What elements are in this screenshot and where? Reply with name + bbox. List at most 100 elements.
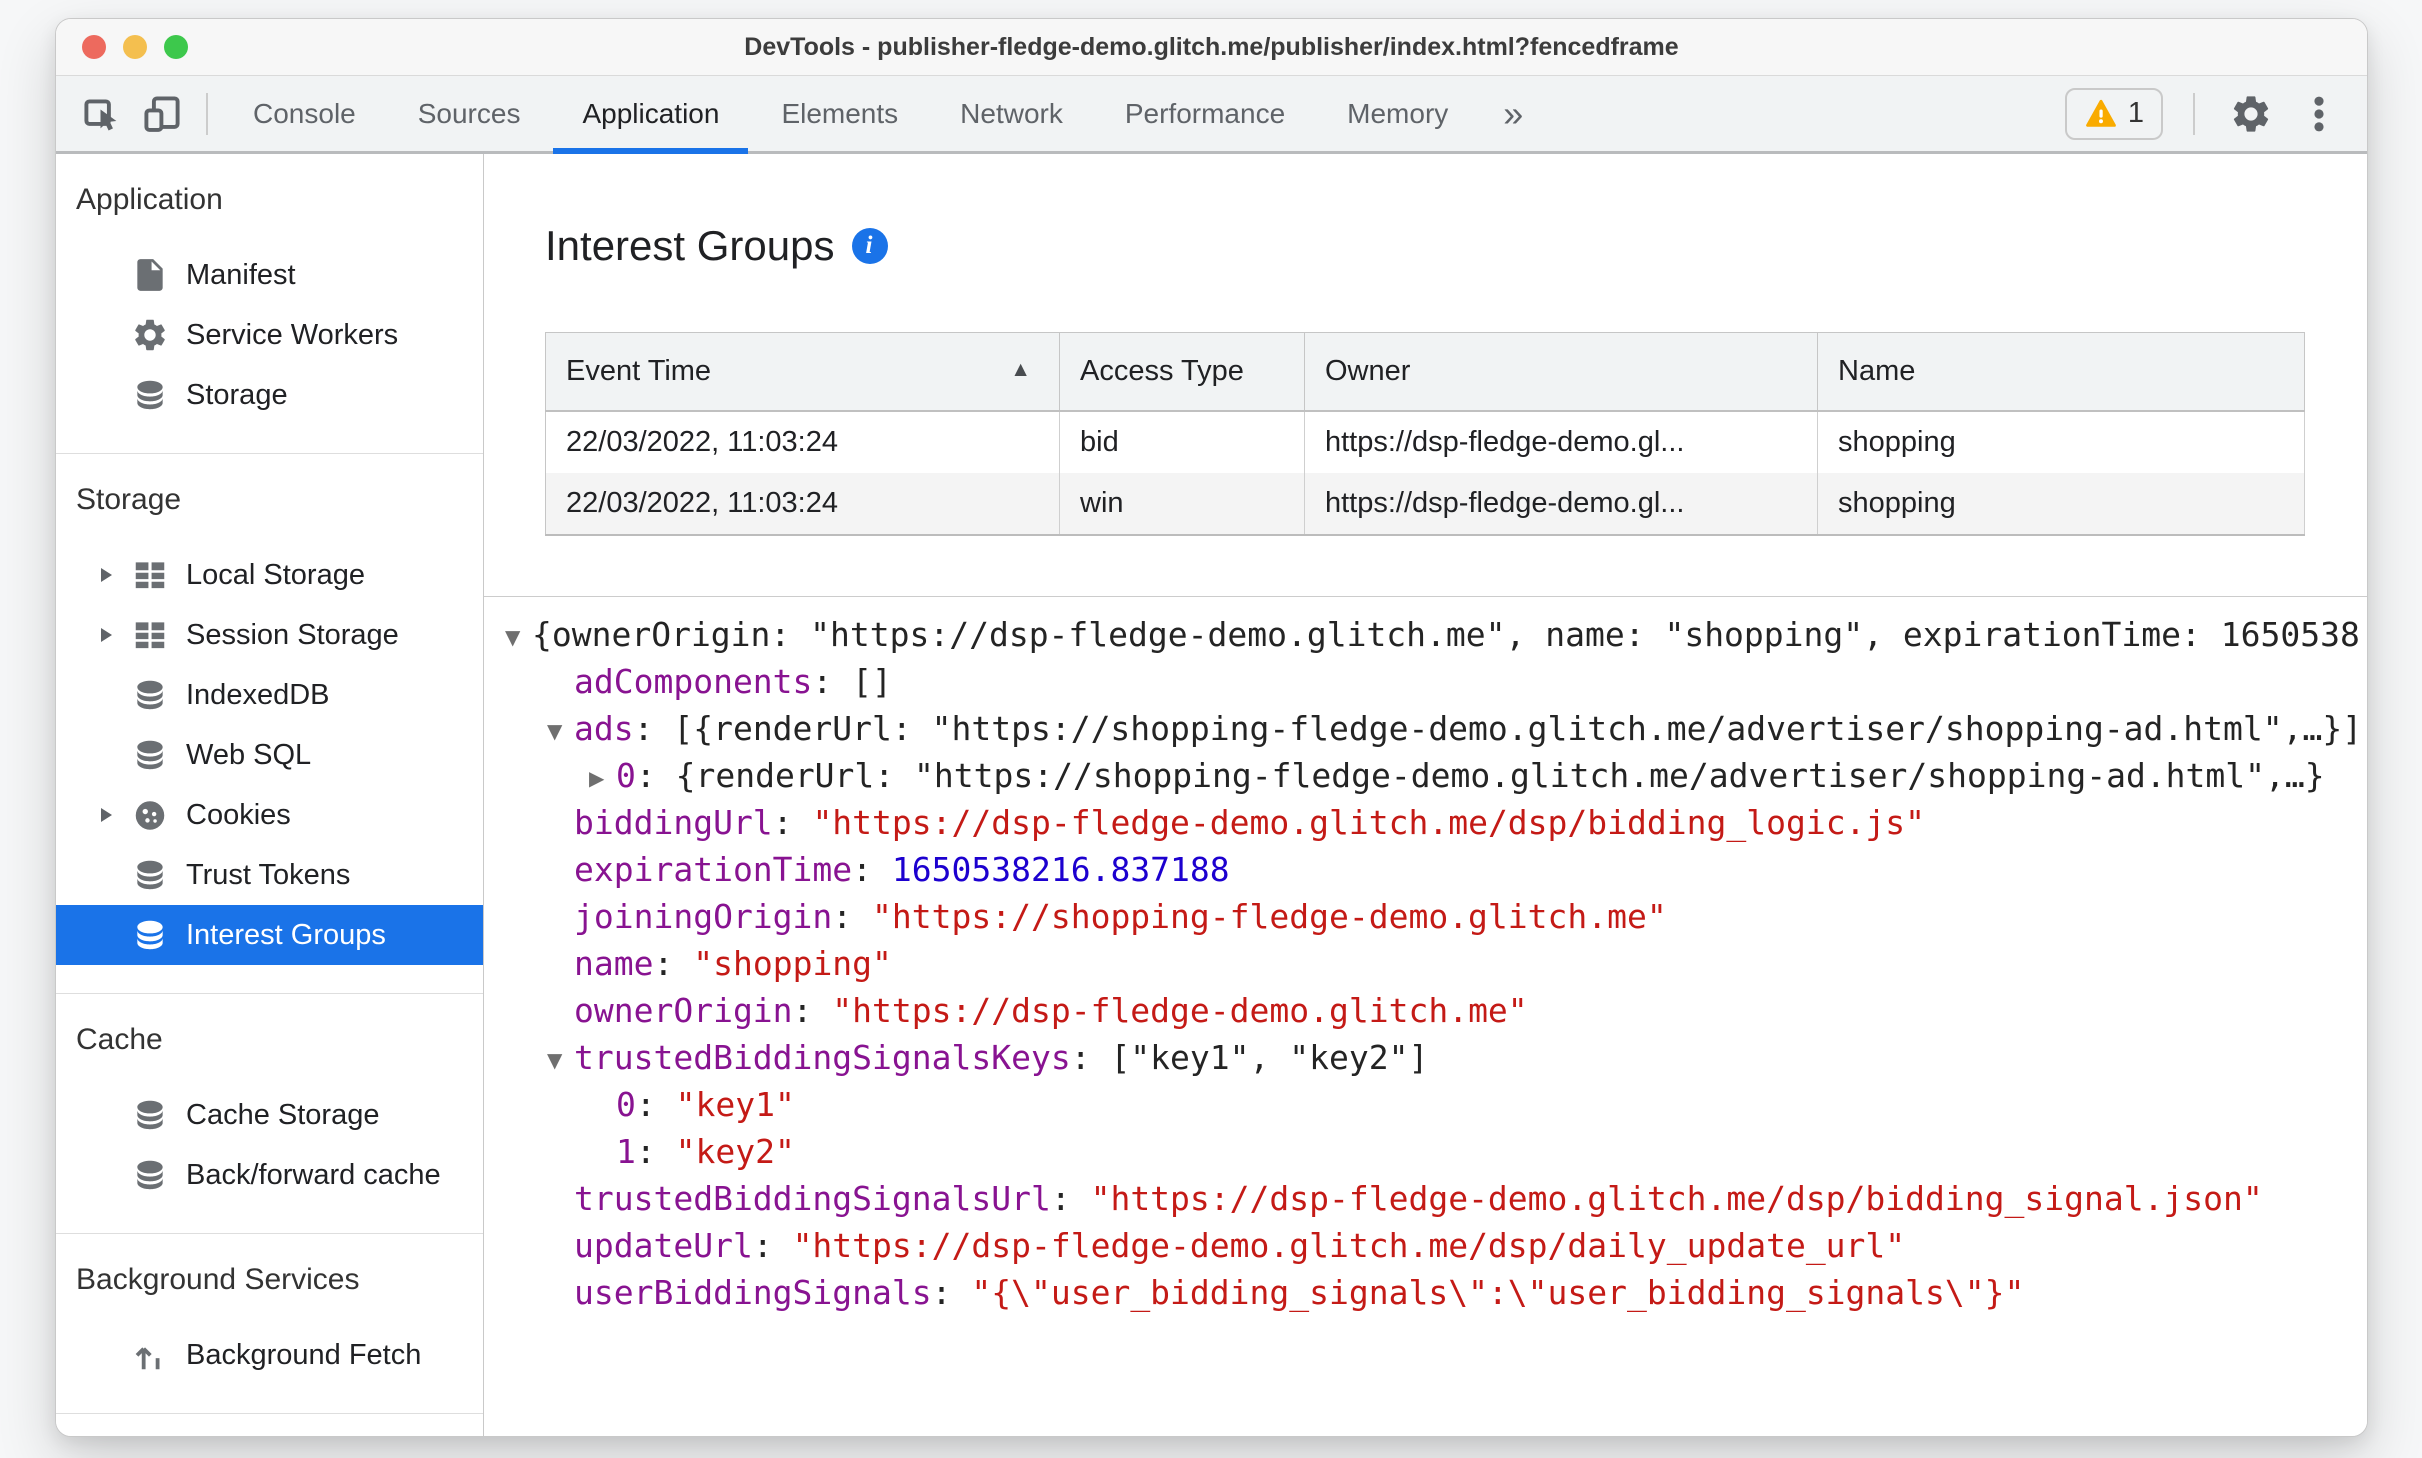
- column-header-access-type[interactable]: Access Type: [1059, 332, 1305, 412]
- table-cell: shopping: [1817, 472, 2305, 535]
- json-key: updateUrl: [574, 1225, 753, 1265]
- tab-sources[interactable]: Sources: [387, 76, 552, 151]
- sidebar-item-background-fetch[interactable]: Background Fetch: [56, 1325, 483, 1385]
- database-icon: [131, 1156, 169, 1194]
- toolbar-separator: [206, 92, 208, 135]
- json-string: "https://dsp-fledge-demo.glitch.me/dsp/d…: [792, 1225, 1906, 1265]
- tree-line[interactable]: ▼ trustedBiddingSignalsKeys: ["key1", "ke…: [505, 1034, 2367, 1081]
- tab-elements[interactable]: Elements: [750, 76, 929, 151]
- tree-line[interactable]: updateUrl: "https://dsp-fledge-demo.glit…: [505, 1222, 2367, 1269]
- json-key: adComponents: [574, 661, 813, 701]
- json-string: "key2": [675, 1131, 795, 1171]
- tree-line[interactable]: adComponents: []: [505, 658, 2367, 705]
- collapse-arrow-icon[interactable]: ▼: [547, 1037, 574, 1084]
- database-icon: [131, 856, 169, 894]
- sidebar-item-interest-groups[interactable]: Interest Groups: [56, 905, 483, 965]
- expand-arrow-icon[interactable]: [101, 808, 131, 822]
- sidebar-item-label: Cache Storage: [186, 1098, 380, 1131]
- tree-line[interactable]: biddingUrl: "https://dsp-fledge-demo.gli…: [505, 799, 2367, 846]
- sidebar-item-back-forward-cache[interactable]: Back/forward cache: [56, 1145, 483, 1205]
- json-key: userBiddingSignals: [574, 1272, 932, 1312]
- tree-line[interactable]: expirationTime: 1650538216.837188: [505, 846, 2367, 893]
- toolbar-right-cluster: 1: [2064, 76, 2345, 151]
- sidebar: Application Manifest Service Workers Storag…: [56, 154, 484, 1436]
- three-dot-menu-icon[interactable]: [2293, 88, 2345, 140]
- sidebar-item-session-storage[interactable]: Session Storage: [56, 605, 483, 665]
- json-string: "https://dsp-fledge-demo.glitch.me/dsp/b…: [1090, 1178, 2263, 1218]
- warnings-button[interactable]: 1: [2064, 87, 2163, 140]
- collapse-arrow-icon[interactable]: ▼: [505, 614, 532, 661]
- minimize-button[interactable]: [123, 35, 147, 59]
- json-plain: :: [832, 896, 873, 936]
- expand-arrow-icon[interactable]: [101, 568, 131, 582]
- tree-line[interactable]: trustedBiddingSignalsUrl: "https://dsp-f…: [505, 1175, 2367, 1222]
- column-label: Access Type: [1080, 354, 1244, 387]
- tree-line[interactable]: userBiddingSignals: "{\"user_bidding_sig…: [505, 1269, 2367, 1316]
- collapse-arrow-icon[interactable]: ▼: [547, 708, 574, 755]
- tree-line[interactable]: 1: "key2": [505, 1128, 2367, 1175]
- column-label: Event Time: [566, 354, 712, 387]
- sidebar-item-local-storage[interactable]: Local Storage: [56, 545, 483, 605]
- tree-line[interactable]: 0: "key1": [505, 1081, 2367, 1128]
- column-header-owner[interactable]: Owner: [1304, 332, 1818, 412]
- gear-icon: [131, 316, 169, 354]
- table-row[interactable]: 22/03/2022, 11:03:24 win https://dsp-fledg…: [545, 472, 2305, 535]
- sidebar-item-cache-storage[interactable]: Cache Storage: [56, 1085, 483, 1145]
- sidebar-item-service-workers[interactable]: Service Workers: [56, 305, 483, 365]
- tab-strip: Console Sources Application Elements Network…: [222, 76, 1479, 154]
- devtools-content: Application Manifest Service Workers Storag…: [56, 154, 2367, 1436]
- info-icon[interactable]: i: [852, 228, 889, 264]
- section-header: Storage: [76, 483, 182, 516]
- column-header-name[interactable]: Name: [1817, 332, 2305, 412]
- fetch-icon: [131, 1336, 169, 1374]
- json-plain: :: [1050, 1178, 1091, 1218]
- column-header-event-time[interactable]: Event Time ▲: [545, 332, 1060, 412]
- table-cell: bid: [1059, 410, 1305, 473]
- sidebar-item-manifest[interactable]: Manifest: [56, 245, 483, 305]
- json-plain: :: [635, 1131, 676, 1171]
- table-icon: [131, 556, 169, 594]
- document-icon: [131, 256, 169, 294]
- tab-network[interactable]: Network: [929, 76, 1094, 151]
- sidebar-item-storage[interactable]: Storage: [56, 365, 483, 425]
- json-key: 0: [616, 1084, 636, 1124]
- sidebar-section-application: Application Manifest Service Workers Storag…: [56, 154, 483, 454]
- zoom-button[interactable]: [164, 35, 188, 59]
- close-button[interactable]: [82, 35, 106, 59]
- database-icon: [131, 736, 169, 774]
- tree-line[interactable]: joiningOrigin: "https://shopping-fledge-…: [505, 893, 2367, 940]
- expand-arrow-icon[interactable]: [101, 628, 131, 642]
- warning-count: 1: [2127, 97, 2144, 129]
- tab-memory[interactable]: Memory: [1316, 76, 1479, 151]
- more-tabs-button[interactable]: »: [1479, 76, 1547, 151]
- expand-arrow-icon[interactable]: ▶: [589, 755, 616, 802]
- tree-line[interactable]: ▼ ads: [{renderUrl: "https://shopping-fle…: [505, 705, 2367, 752]
- sidebar-item-cookies[interactable]: Cookies: [56, 785, 483, 845]
- table-row[interactable]: 22/03/2022, 11:03:24 bid https://dsp-fledg…: [545, 410, 2305, 473]
- json-key: name: [574, 943, 654, 983]
- sidebar-item-trust-tokens[interactable]: Trust Tokens: [56, 845, 483, 905]
- window-controls: [82, 19, 188, 75]
- tab-application[interactable]: Application: [551, 76, 750, 154]
- tree-line[interactable]: ▶ 0: {renderUrl: "https://shopping-fledge…: [505, 752, 2367, 799]
- tree-line[interactable]: ▼ {ownerOrigin: "https://dsp-fledge-demo.…: [505, 611, 2367, 658]
- table-cell: 22/03/2022, 11:03:24: [545, 410, 1060, 473]
- tab-performance[interactable]: Performance: [1094, 76, 1316, 151]
- tree-line[interactable]: name: "shopping": [505, 940, 2367, 987]
- section-header: Cache: [76, 1023, 163, 1056]
- warning-icon: [2084, 97, 2118, 131]
- sidebar-item-label: Interest Groups: [186, 918, 386, 951]
- json-plain: :: [792, 990, 833, 1030]
- tab-console[interactable]: Console: [222, 76, 387, 151]
- json-string: "https://shopping-fledge-demo.glitch.me": [872, 896, 1667, 936]
- json-key: joiningOrigin: [574, 896, 833, 936]
- device-toolbar-icon[interactable]: [137, 76, 187, 151]
- inspect-icon[interactable]: [77, 76, 127, 151]
- sidebar-section-storage: Storage Local Storage Session Storage Index…: [56, 454, 483, 994]
- gear-icon[interactable]: [2225, 88, 2277, 140]
- table-cell: https://dsp-fledge-demo.gl...: [1304, 472, 1818, 535]
- tree-line[interactable]: ownerOrigin: "https://dsp-fledge-demo.gl…: [505, 987, 2367, 1034]
- sidebar-item-web-sql[interactable]: Web SQL: [56, 725, 483, 785]
- table-cell: win: [1059, 472, 1305, 535]
- sidebar-item-indexeddb[interactable]: IndexedDB: [56, 665, 483, 725]
